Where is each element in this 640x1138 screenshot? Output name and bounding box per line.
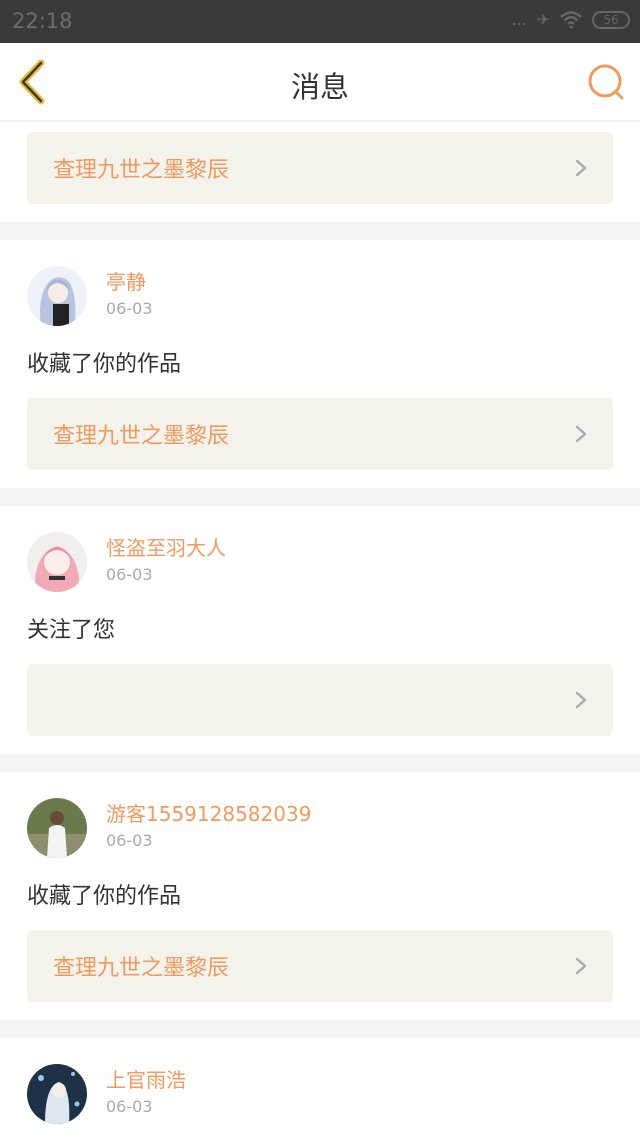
status-icons: ... ✈ 56 [511, 10, 630, 29]
work-link[interactable]: 查理九世之墨黎辰 [27, 132, 613, 204]
page-title: 消息 [290, 70, 349, 104]
user-row: 上官雨浩 06-03 [27, 1064, 613, 1124]
avatar[interactable] [27, 532, 87, 592]
battery-icon: 56 [592, 10, 630, 29]
status-bar: 22:18 ... ✈ 56 [0, 0, 640, 43]
chevron-right-icon [575, 957, 587, 975]
work-title: 查理九世之墨黎辰 [53, 424, 230, 449]
work-link[interactable] [27, 664, 613, 736]
work-link[interactable]: 查理九世之墨黎辰 [27, 398, 613, 470]
work-link[interactable]: 查理九世之墨黎辰 [27, 930, 613, 1002]
chevron-right-icon [575, 159, 587, 177]
message-action: 关注了您 [27, 618, 116, 643]
message-date: 06-03 [106, 299, 153, 318]
avatar[interactable] [27, 266, 87, 326]
message-date: 06-03 [106, 565, 153, 584]
message-card: 亭静 06-03 收藏了你的作品 查理九世之墨黎辰 [0, 240, 640, 488]
chevron-right-icon [575, 425, 587, 443]
message-card: 怪盗至羽大人 06-03 关注了您 [0, 506, 640, 754]
message-card: 查理九世之墨黎辰 [0, 122, 640, 222]
battery-level: 56 [603, 12, 619, 27]
user-row: 亭静 06-03 [27, 266, 613, 326]
work-title: 查理九世之墨黎辰 [53, 956, 230, 981]
message-action: 收藏了你的作品 [27, 884, 182, 909]
user-name[interactable]: 上官雨浩 [106, 1067, 186, 1093]
chevron-right-icon [575, 691, 587, 709]
wifi-icon [560, 10, 582, 29]
message-date: 06-03 [106, 1097, 153, 1116]
message-date: 06-03 [106, 831, 153, 850]
status-time: 22:18 [12, 9, 73, 33]
message-card: 游客1559128582039 06-03 收藏了你的作品 查理九世之墨黎辰 [0, 772, 640, 1020]
user-name[interactable]: 亭静 [106, 269, 153, 295]
avatar[interactable] [27, 798, 87, 858]
user-name[interactable]: 游客1559128582039 [106, 801, 311, 827]
top-nav: 消息 [0, 43, 640, 121]
status-dots: ... [511, 10, 527, 29]
work-title: 查理九世之墨黎辰 [53, 158, 230, 183]
airplane-icon: ✈ [536, 10, 550, 29]
user-row: 怪盗至羽大人 06-03 [27, 532, 613, 592]
search-icon [588, 64, 624, 100]
user-row: 游客1559128582039 06-03 [27, 798, 613, 858]
message-action: 收藏了你的作品 [27, 352, 182, 377]
avatar[interactable] [27, 1064, 87, 1124]
user-name[interactable]: 怪盗至羽大人 [106, 535, 226, 561]
search-button[interactable] [586, 62, 626, 102]
message-card: 上官雨浩 06-03 [0, 1038, 640, 1138]
message-list: 查理九世之墨黎辰 亭静 06-03 收藏了你的作品 查理九世之墨黎辰 怪盗至羽大… [0, 122, 640, 1138]
